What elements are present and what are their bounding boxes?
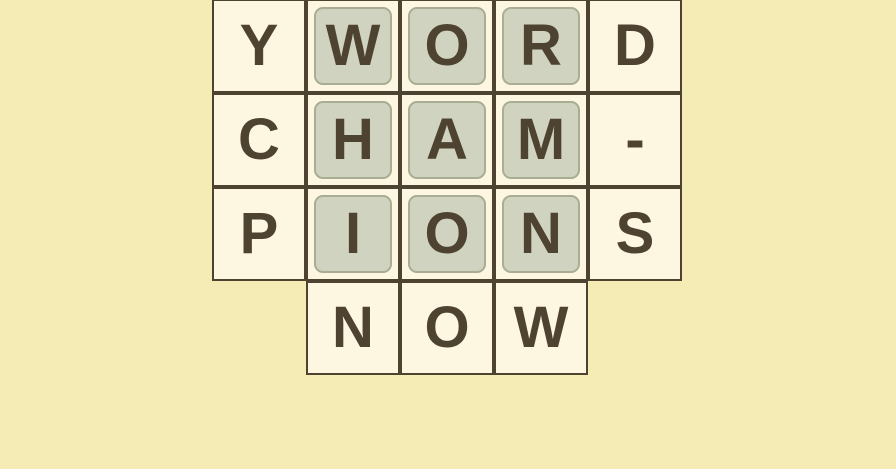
- cell-letter: W: [513, 295, 569, 360]
- letter-cell: Y: [212, 0, 306, 93]
- cell-letter: Y: [239, 13, 279, 78]
- cell-letter: P: [239, 201, 279, 266]
- highlighted-letter-cell: I: [306, 187, 400, 281]
- letter-cell: D: [588, 0, 682, 93]
- highlighted-letter-cell: O: [400, 0, 494, 93]
- highlighted-letter-cell: H: [306, 93, 400, 187]
- cell-letter: M: [516, 107, 566, 172]
- letter-cell: -: [588, 93, 682, 187]
- letter-cell: O: [400, 281, 494, 375]
- letter-cell: C: [212, 93, 306, 187]
- highlighted-letter-cell: W: [306, 0, 400, 93]
- cell-letter: O: [424, 201, 470, 266]
- highlighted-letter-cell: A: [400, 93, 494, 187]
- letter-cell: S: [588, 187, 682, 281]
- cell-letter: N: [520, 201, 562, 266]
- cell-letter: A: [426, 107, 468, 172]
- highlighted-letter-cell: O: [400, 187, 494, 281]
- cell-letter: O: [424, 13, 470, 78]
- letter-cell: P: [212, 187, 306, 281]
- cell-letter: O: [424, 295, 470, 360]
- cell-letter: W: [325, 13, 381, 78]
- cell-letter: -: [625, 107, 645, 172]
- cell-letter: I: [344, 201, 362, 266]
- highlighted-letter-cell: M: [494, 93, 588, 187]
- cell-letter: C: [238, 107, 280, 172]
- highlighted-letter-cell: N: [494, 187, 588, 281]
- cell-letter: N: [332, 295, 374, 360]
- highlighted-letter-cell: R: [494, 0, 588, 93]
- cell-letter: R: [520, 13, 562, 78]
- cell-letter: S: [615, 201, 655, 266]
- cell-letter: H: [332, 107, 374, 172]
- word-grid-board: PLAYWORDCHAM-PIONSNOW: [0, 0, 896, 469]
- cell-letter: D: [614, 13, 656, 78]
- letter-cell: W: [494, 281, 588, 375]
- letter-cell: N: [306, 281, 400, 375]
